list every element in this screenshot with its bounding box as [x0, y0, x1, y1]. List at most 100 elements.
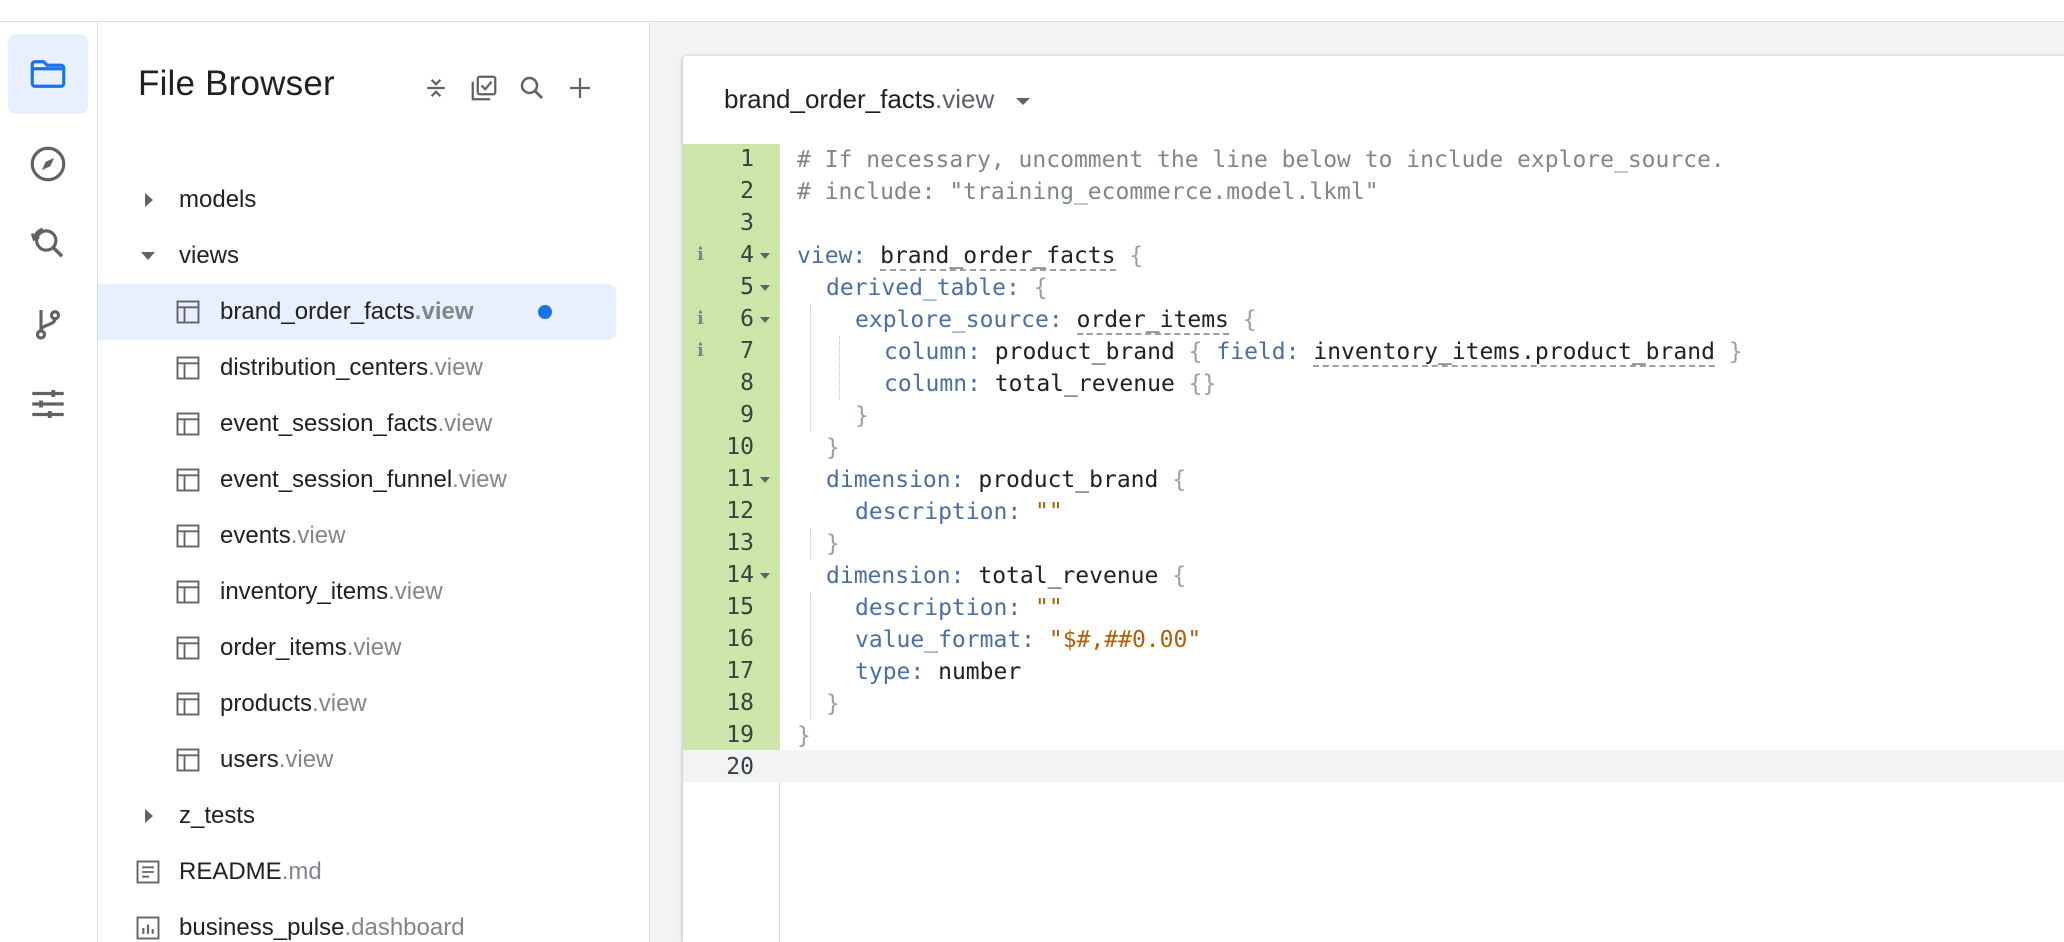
- tree-item-ext: .view: [428, 354, 483, 381]
- fold-arrow-icon[interactable]: [760, 285, 770, 291]
- code-line-15: description: "": [855, 595, 1063, 621]
- tree-item-label: event_session_funnel: [220, 466, 453, 493]
- info-icon[interactable]: i: [697, 340, 704, 361]
- code-line-13: }: [826, 531, 840, 557]
- tree-file-products[interactable]: products.view: [98, 676, 618, 732]
- chevron-right-icon[interactable]: [145, 809, 153, 823]
- tree-item-ext: .view: [290, 522, 346, 549]
- document-icon: [134, 858, 162, 886]
- line-number: 2: [740, 178, 754, 204]
- code-line-12: description: "": [855, 499, 1063, 525]
- tree-file-order-items[interactable]: order_items.view: [98, 620, 618, 676]
- tree-file-event-session-facts[interactable]: event_session_facts.view: [98, 396, 618, 452]
- info-icon[interactable]: i: [697, 308, 704, 329]
- rail-find-replace-button[interactable]: [8, 204, 88, 284]
- tree-item-label: brand_order_facts: [220, 298, 415, 325]
- search-icon: [520, 76, 543, 99]
- tree-item-ext: .dashboard: [344, 914, 465, 941]
- tree-file-event-session-funnel[interactable]: event_session_funnel.view: [98, 452, 618, 508]
- tree-file-business-pulse[interactable]: business_pulse.dashboard: [98, 900, 618, 942]
- side-rail: [0, 22, 98, 942]
- fold-arrow-icon[interactable]: [760, 253, 770, 259]
- code-line-6: explore_source: order_items {: [855, 307, 1257, 335]
- fold-arrow-icon[interactable]: [760, 573, 770, 579]
- select-files-button[interactable]: [468, 68, 500, 108]
- tree-folder-models[interactable]: models: [98, 172, 618, 228]
- code-line-4: view: brand_order_facts {: [797, 243, 1144, 271]
- info-icon[interactable]: i: [697, 244, 704, 265]
- rail-file-browser-button[interactable]: [8, 34, 88, 114]
- tree-folder-z-tests[interactable]: z_tests: [98, 788, 618, 844]
- tree-file-distribution-centers[interactable]: distribution_centers.view: [98, 340, 618, 396]
- code-line-18: }: [826, 691, 840, 717]
- code-editor: brand_order_facts.view 1 2 3 i4 5 i6 i7 …: [683, 56, 2064, 942]
- tree-item-label: order_items: [220, 634, 347, 661]
- tree-item-label: models: [179, 186, 257, 213]
- compass-icon: [30, 146, 66, 182]
- indent-guide: [810, 304, 811, 432]
- tree-item-label: README: [179, 858, 282, 885]
- unsaved-indicator: [538, 305, 552, 319]
- tree-item-ext: .md: [281, 858, 322, 885]
- tree-item-ext: .view: [437, 410, 493, 437]
- line-number: 11: [683, 464, 780, 496]
- view-file-icon: [174, 690, 202, 718]
- chevron-right-icon[interactable]: [145, 193, 153, 207]
- line-number: 20: [726, 754, 754, 780]
- file-browser-panel: File Browser models views brand_order_fa…: [98, 22, 650, 942]
- tree-file-events[interactable]: events.view: [98, 508, 618, 564]
- tree-file-readme[interactable]: README.md: [98, 844, 618, 900]
- dashboard-icon: [134, 914, 162, 942]
- code-line-7: column: product_brand { field: inventory…: [884, 339, 1743, 367]
- file-browser-toolbar: [420, 68, 596, 108]
- line-number: i6: [683, 304, 780, 336]
- tree-item-label: views: [179, 242, 240, 269]
- code-line-1: # If necessary, uncomment the line below…: [797, 147, 1725, 173]
- code-line-8: column: total_revenue {}: [884, 371, 1217, 397]
- checklist-icon: [471, 75, 497, 101]
- collapse-all-button[interactable]: [420, 68, 452, 108]
- line-number: i4: [683, 240, 780, 272]
- tree-folder-views[interactable]: views: [98, 228, 618, 284]
- tree-file-inventory-items[interactable]: inventory_items.view: [98, 564, 618, 620]
- chevron-down-icon[interactable]: [141, 252, 155, 260]
- indent-guide: [810, 592, 811, 720]
- add-file-button[interactable]: [564, 68, 596, 108]
- git-branch-icon: [35, 310, 61, 340]
- code-line-14: dimension: total_revenue {: [826, 563, 1187, 589]
- line-number: 8: [740, 370, 754, 396]
- fold-arrow-icon[interactable]: [760, 477, 770, 483]
- sliders-icon: [32, 390, 64, 418]
- code-line-16: value_format: "$#,##0.00": [855, 627, 1202, 653]
- folder-icon: [30, 60, 66, 88]
- indent-guide: [810, 528, 811, 560]
- tree-file-users[interactable]: users.view: [98, 732, 618, 788]
- line-number: 19: [726, 722, 754, 748]
- tree-file-brand-order-facts[interactable]: brand_order_facts.view: [98, 284, 616, 340]
- code-line-2: # include: "training_ecommerce.model.lkm…: [797, 179, 1379, 205]
- view-file-icon: [174, 522, 202, 550]
- search-files-button[interactable]: [516, 68, 548, 108]
- rail-git-button[interactable]: [8, 284, 88, 364]
- tree-item-ext: .view: [388, 578, 443, 605]
- file-tab-ext: .view: [935, 84, 995, 114]
- code-area[interactable]: # If necessary, uncomment the line below…: [780, 144, 2064, 942]
- rail-explore-button[interactable]: [8, 124, 88, 204]
- line-number: 16: [726, 626, 754, 652]
- code-line-9: }: [855, 403, 869, 429]
- line-number: 3: [740, 210, 754, 236]
- file-tab[interactable]: brand_order_facts.view: [724, 84, 1031, 115]
- chevron-down-icon[interactable]: [1016, 98, 1031, 105]
- line-number: 9: [740, 402, 754, 428]
- tree-item-label: business_pulse: [179, 914, 345, 941]
- indent-guide: [839, 336, 840, 400]
- fold-arrow-icon[interactable]: [760, 317, 770, 323]
- tree-item-label: event_session_facts: [220, 410, 438, 437]
- view-file-icon: [174, 410, 202, 438]
- code-line-19: }: [797, 723, 811, 749]
- code-line-10: }: [826, 435, 840, 461]
- rail-settings-button[interactable]: [8, 364, 88, 444]
- tree-item-ext: .view: [452, 466, 507, 493]
- code-line-17: type: number: [855, 659, 1022, 685]
- tree-item-label: inventory_items: [220, 578, 389, 605]
